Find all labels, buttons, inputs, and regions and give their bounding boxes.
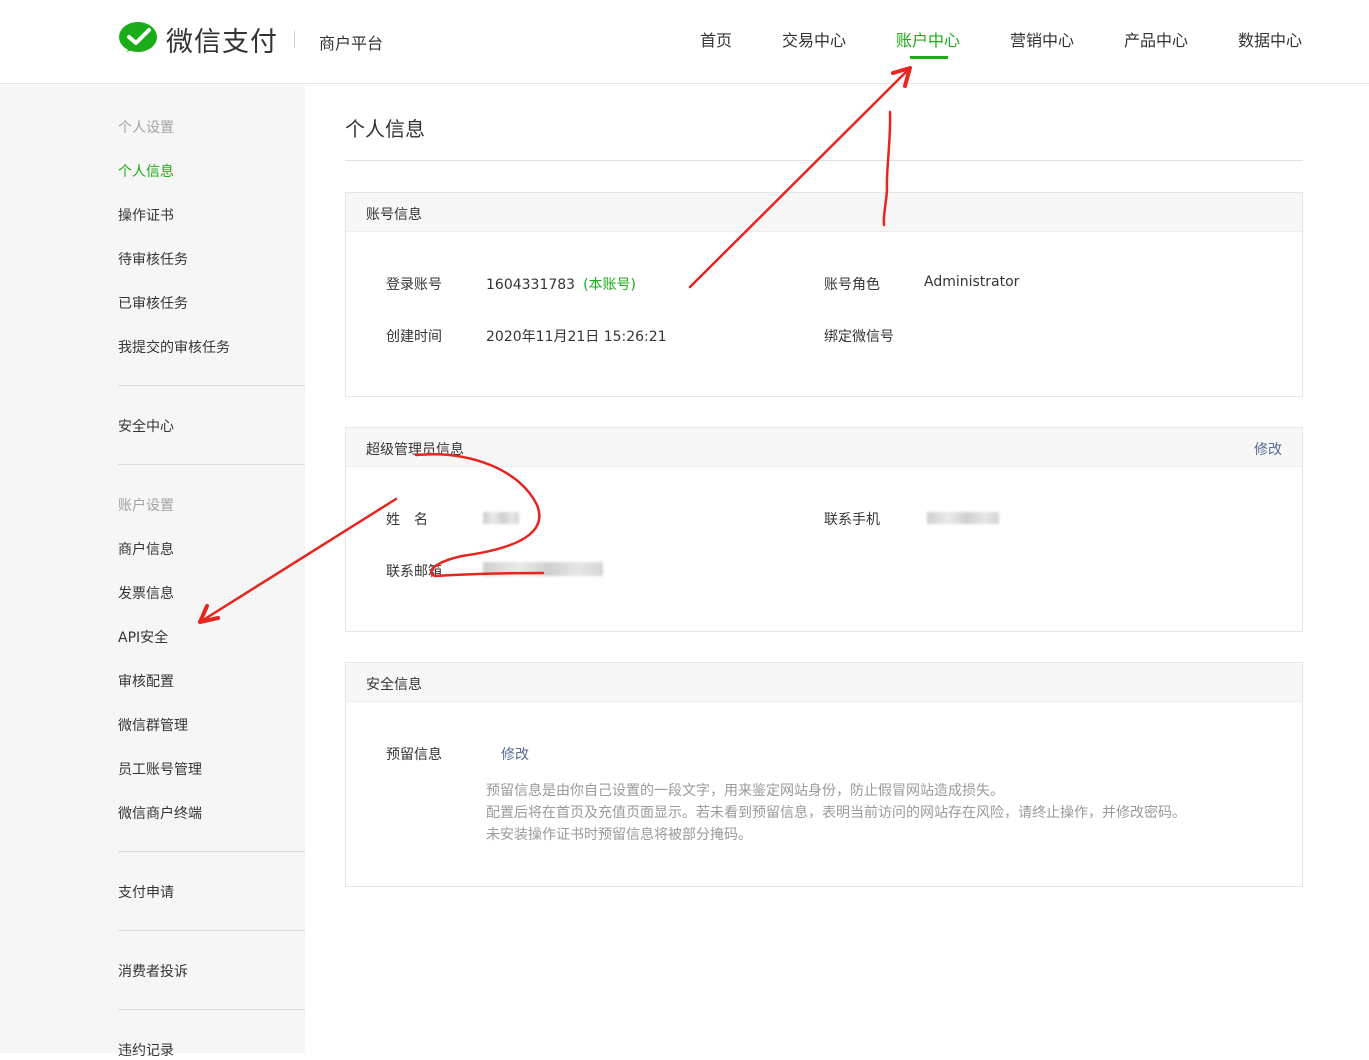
created-time-value: 2020年11月21日 15:26:21 [486, 329, 667, 345]
platform-name: 商户平台 [319, 34, 384, 53]
super-admin-panel: 超级管理员信息 修改 姓 名 联系手机 联系邮箱 [345, 427, 1303, 632]
admin-phone-label: 联系手机 [824, 512, 880, 528]
admin-name-label: 姓 名 [386, 512, 428, 528]
sidebar-divider [118, 851, 305, 852]
sidebar-item-security-center[interactable]: 安全中心 [118, 416, 174, 436]
nav-active-indicator [910, 56, 948, 59]
sidebar-item-violations[interactable]: 违约记录 [118, 1040, 174, 1060]
sidebar-group-account: 账户设置 [118, 498, 174, 514]
nav-product-center[interactable]: 产品中心 [1124, 27, 1188, 51]
admin-email-redacted [483, 562, 603, 576]
account-role-label: 账号角色 [824, 277, 880, 293]
panel-header: 账号信息 [346, 193, 1302, 232]
panel-header: 超级管理员信息 修改 [346, 428, 1302, 467]
edit-reserved-info-link[interactable]: 修改 [501, 744, 529, 764]
sidebar-item-api-security[interactable]: API安全 [118, 627, 168, 647]
bound-wechat-label: 绑定微信号 [824, 329, 894, 345]
security-info-panel: 安全信息 预留信息 修改 预留信息是由你自己设置的一段文字，用来鉴定网站身份，防… [345, 662, 1303, 887]
sidebar-item-reviewed[interactable]: 已审核任务 [118, 293, 188, 313]
nav-marketing-center[interactable]: 营销中心 [1010, 27, 1074, 51]
note-line: 配置后将在首页及充值页面显示。若未看到预留信息，表明当前访问的网站存在风险，请终… [486, 805, 1186, 821]
brand-divider [294, 30, 295, 48]
sidebar-item-merchant-info[interactable]: 商户信息 [118, 539, 174, 559]
sidebar-item-my-submitted[interactable]: 我提交的审核任务 [118, 337, 230, 357]
login-account-label: 登录账号 [386, 277, 442, 293]
nav-home[interactable]: 首页 [700, 27, 732, 51]
wechat-pay-logo-icon[interactable] [118, 21, 158, 57]
account-info-panel: 账号信息 登录账号 1604331783 (本账号) 账号角色 Administr… [345, 192, 1303, 397]
login-account-number: 1604331783 [486, 277, 576, 293]
nav-account-center[interactable]: 账户中心 [896, 27, 960, 51]
admin-phone-redacted [927, 512, 999, 524]
panel-title: 账号信息 [366, 207, 422, 223]
sidebar-item-pay-apply[interactable]: 支付申请 [118, 882, 174, 902]
sidebar-item-pending-review[interactable]: 待审核任务 [118, 249, 188, 269]
login-account-value: 1604331783 (本账号) [486, 274, 636, 294]
sidebar-item-certificate[interactable]: 操作证书 [118, 205, 174, 225]
brand-name[interactable]: 微信支付 [166, 20, 278, 59]
note-line: 未安装操作证书时预留信息将被部分掩码。 [486, 827, 752, 843]
sidebar-group-personal: 个人设置 [118, 120, 174, 136]
sidebar-item-wechat-group[interactable]: 微信群管理 [118, 715, 188, 735]
sidebar-divider [118, 385, 305, 386]
panel-title: 安全信息 [366, 677, 422, 693]
account-role-value: Administrator [924, 274, 1020, 290]
sidebar-divider [118, 464, 305, 465]
sidebar-item-personal-info[interactable]: 个人信息 [118, 161, 174, 181]
sidebar: 个人设置 个人信息 操作证书 待审核任务 已审核任务 我提交的审核任务 安全中心… [0, 85, 305, 1059]
current-account-tag: (本账号) [583, 277, 637, 293]
panel-header: 安全信息 [346, 663, 1302, 702]
sidebar-item-merchant-terminal[interactable]: 微信商户终端 [118, 803, 202, 823]
top-header: 微信支付 商户平台 首页 交易中心 账户中心 营销中心 产品中心 数据中心 [0, 0, 1369, 84]
page-title: 个人信息 [345, 117, 425, 141]
note-line: 预留信息是由你自己设置的一段文字，用来鉴定网站身份，防止假冒网站造成损失。 [486, 783, 1004, 799]
created-time-label: 创建时间 [386, 329, 442, 345]
nav-trade-center[interactable]: 交易中心 [782, 27, 846, 51]
sidebar-item-complaints[interactable]: 消费者投诉 [118, 961, 188, 981]
sidebar-divider [118, 1009, 305, 1010]
reserved-info-note: 预留信息是由你自己设置的一段文字，用来鉴定网站身份，防止假冒网站造成损失。 配置… [486, 780, 1186, 846]
panel-title: 超级管理员信息 [366, 442, 464, 458]
nav-data-center[interactable]: 数据中心 [1238, 27, 1302, 51]
sidebar-divider [118, 930, 305, 931]
reserved-info-label: 预留信息 [386, 747, 442, 763]
admin-email-label: 联系邮箱 [386, 564, 442, 580]
sidebar-item-invoice-info[interactable]: 发票信息 [118, 583, 174, 603]
admin-name-redacted [483, 512, 519, 524]
sidebar-item-staff-accounts[interactable]: 员工账号管理 [118, 759, 202, 779]
sidebar-item-review-config[interactable]: 审核配置 [118, 671, 174, 691]
edit-admin-link[interactable]: 修改 [1254, 439, 1282, 459]
title-divider [345, 160, 1303, 161]
